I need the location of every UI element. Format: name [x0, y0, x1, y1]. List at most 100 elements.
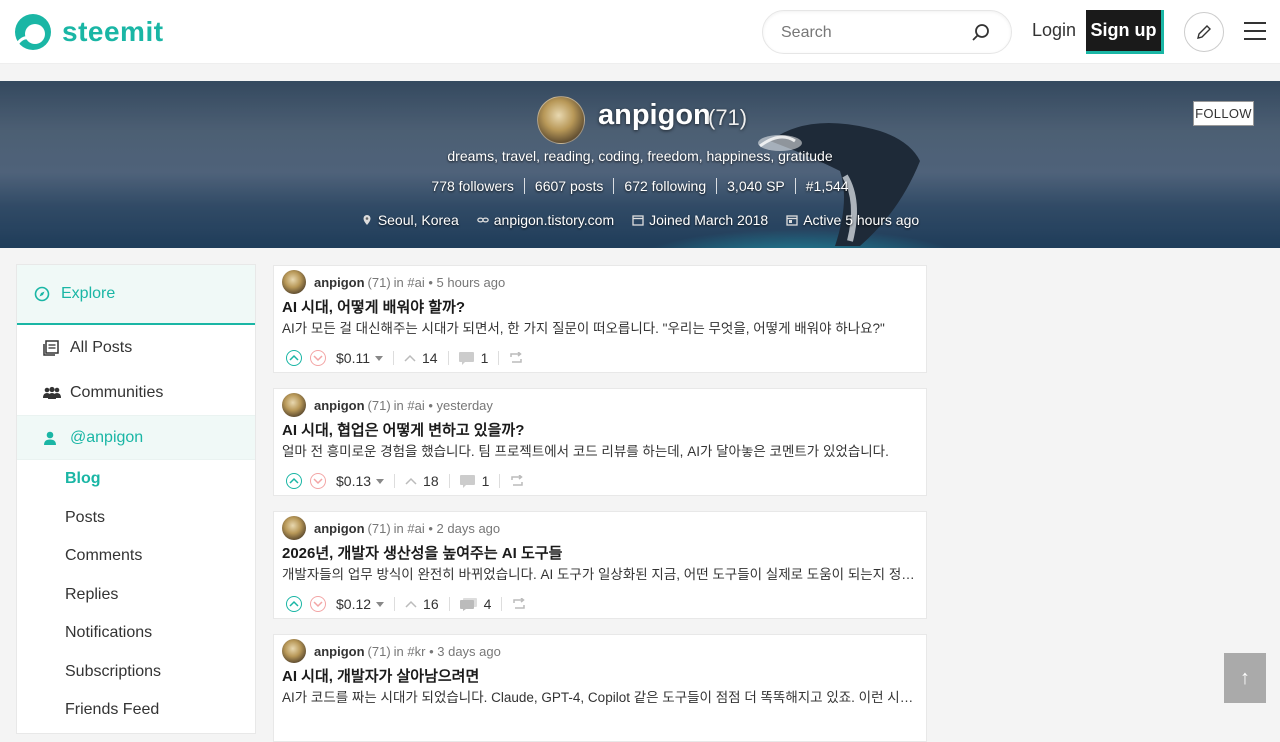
post-title[interactable]: AI 시대, 협업은 어떻게 변하고 있을까?	[282, 419, 524, 440]
post-title[interactable]: AI 시대, 어떻게 배워야 할까?	[282, 296, 465, 317]
post-header: anpigon (71) in #ai • 5 hours ago	[282, 270, 505, 294]
author-avatar[interactable]	[282, 516, 306, 540]
sidebar: Explore All Posts Communities @anpigon B…	[16, 264, 256, 734]
post-card[interactable]: anpigon (71) in #kr • 3 days ago AI 시대, …	[273, 634, 927, 742]
post-card[interactable]: anpigon (71) in #ai • 2 days ago 2026년, …	[273, 511, 927, 619]
search-box[interactable]	[762, 10, 1012, 54]
post-card[interactable]: anpigon (71) in #ai • yesterday AI 시대, 협…	[273, 388, 927, 496]
vote-count[interactable]: 14	[404, 350, 438, 366]
post-author[interactable]: anpigon	[314, 644, 365, 659]
chevron-down-icon	[375, 355, 383, 361]
post-author-reputation: (71)	[367, 397, 391, 413]
reblog-icon[interactable]	[509, 352, 523, 364]
downvote-icon[interactable]	[310, 596, 326, 612]
downvote-icon[interactable]	[310, 473, 326, 489]
hamburger-line	[1244, 38, 1266, 40]
user-icon	[43, 430, 61, 446]
compass-icon	[34, 286, 50, 302]
login-link[interactable]: Login	[1032, 20, 1076, 41]
divider	[448, 597, 450, 611]
payout-value: $0.11	[336, 350, 370, 366]
calendar-icon	[786, 215, 798, 226]
location: Seoul, Korea	[361, 212, 459, 228]
post-author[interactable]: anpigon	[314, 521, 365, 536]
scroll-to-top-button[interactable]: ↑	[1224, 653, 1266, 703]
post-community[interactable]: in #ai	[394, 275, 425, 290]
payout-dropdown[interactable]: $0.12	[336, 596, 385, 612]
post-time[interactable]: • 2 days ago	[428, 521, 500, 536]
sidebar-sub-posts[interactable]: Posts	[17, 499, 255, 538]
reblog-icon[interactable]	[512, 598, 526, 610]
hamburger-line	[1244, 30, 1266, 32]
post-card[interactable]: anpigon (71) in #ai • 5 hours ago AI 시대,…	[273, 265, 927, 373]
joined: Joined March 2018	[632, 212, 768, 228]
sidebar-item-label: Communities	[70, 383, 164, 401]
steem-power: 3,040 SP	[716, 178, 795, 194]
search-icon[interactable]	[971, 23, 991, 43]
sidebar-item-all-posts[interactable]: All Posts	[17, 325, 255, 370]
profile-stats: 778 followers 6607 posts 672 following 3…	[0, 178, 1280, 194]
comment-count[interactable]: 1	[458, 350, 489, 366]
downvote-icon[interactable]	[310, 350, 326, 366]
link-icon	[476, 217, 489, 223]
post-excerpt[interactable]: 얼마 전 흥미로운 경험을 했습니다. 팀 프로젝트에서 코드 리뷰를 하는데,…	[282, 440, 916, 460]
post-time[interactable]: • 3 days ago	[429, 644, 501, 659]
post-title[interactable]: 2026년, 개발자 생산성을 높여주는 AI 도구들	[282, 542, 562, 563]
steemit-logo-icon	[15, 14, 51, 50]
post-time[interactable]: • 5 hours ago	[428, 275, 505, 290]
post-excerpt[interactable]: AI가 코드를 짜는 시대가 되었습니다. Claude, GPT-4, Cop…	[282, 686, 916, 706]
sidebar-item-user[interactable]: @anpigon	[17, 415, 255, 460]
profile-banner: anpigon (71) dreams, travel, reading, co…	[0, 81, 1280, 248]
profile-bio: dreams, travel, reading, coding, freedom…	[447, 148, 833, 164]
divider	[394, 474, 396, 488]
sidebar-item-communities[interactable]: Communities	[17, 370, 255, 415]
menu-button[interactable]	[1244, 22, 1266, 42]
post-author[interactable]: anpigon	[314, 275, 365, 290]
comment-count[interactable]: 4	[459, 596, 491, 612]
website-link[interactable]: anpigon.tistory.com	[494, 212, 614, 228]
chevron-down-icon	[376, 478, 385, 484]
post-time[interactable]: • yesterday	[428, 398, 493, 413]
author-avatar[interactable]	[282, 393, 306, 417]
following-count[interactable]: 672 following	[613, 178, 716, 194]
post-author-reputation: (71)	[367, 274, 391, 290]
sidebar-sub-friends-feed[interactable]: Friends Feed	[17, 691, 255, 730]
post-title[interactable]: AI 시대, 개발자가 살아남으려면	[282, 665, 479, 686]
sidebar-sub-replies[interactable]: Replies	[17, 576, 255, 615]
author-avatar[interactable]	[282, 270, 306, 294]
website[interactable]: anpigon.tistory.com	[476, 212, 614, 228]
comment-count[interactable]: 1	[459, 473, 489, 489]
profile-reputation: (71)	[708, 105, 748, 130]
signup-button[interactable]: Sign up	[1086, 10, 1164, 54]
vote-count[interactable]: 16	[405, 596, 439, 612]
profile-avatar[interactable]	[537, 96, 585, 144]
reblog-icon[interactable]	[510, 475, 524, 487]
sidebar-explore[interactable]: Explore	[17, 265, 255, 325]
payout-dropdown[interactable]: $0.11	[336, 350, 383, 366]
steemit-logo[interactable]: steemit	[14, 13, 164, 51]
joined-text: Joined March 2018	[649, 212, 769, 228]
post-excerpt[interactable]: AI가 모든 걸 대신해주는 시대가 되면서, 한 가지 질문이 떠오릅니다. …	[282, 317, 916, 337]
vote-count[interactable]: 18	[405, 473, 439, 489]
post-excerpt[interactable]: 개발자들의 업무 방식이 완전히 바뀌었습니다. AI 도구가 일상화된 지금,…	[282, 563, 916, 583]
rank: #1,544	[794, 178, 859, 194]
sidebar-sub-comments[interactable]: Comments	[17, 537, 255, 576]
communities-icon	[43, 385, 61, 401]
post-author[interactable]: anpigon	[314, 398, 365, 413]
create-post-button[interactable]	[1184, 12, 1224, 52]
post-community[interactable]: in #kr	[394, 644, 426, 659]
payout-dropdown[interactable]: $0.13	[336, 473, 385, 489]
sidebar-sub-notifications[interactable]: Notifications	[17, 614, 255, 653]
upvote-icon[interactable]	[286, 473, 302, 489]
follow-button[interactable]: FOLLOW	[1193, 101, 1254, 126]
upvote-icon[interactable]	[286, 350, 302, 366]
upvote-icon[interactable]	[286, 596, 302, 612]
followers-count[interactable]: 778 followers	[421, 178, 524, 194]
sidebar-sub-blog[interactable]: Blog	[17, 460, 255, 499]
author-avatar[interactable]	[282, 639, 306, 663]
post-community[interactable]: in #ai	[394, 398, 425, 413]
sidebar-sub-subscriptions[interactable]: Subscriptions	[17, 653, 255, 692]
search-input[interactable]	[781, 19, 971, 47]
comment-count-value: 1	[480, 350, 489, 366]
post-community[interactable]: in #ai	[394, 521, 425, 536]
